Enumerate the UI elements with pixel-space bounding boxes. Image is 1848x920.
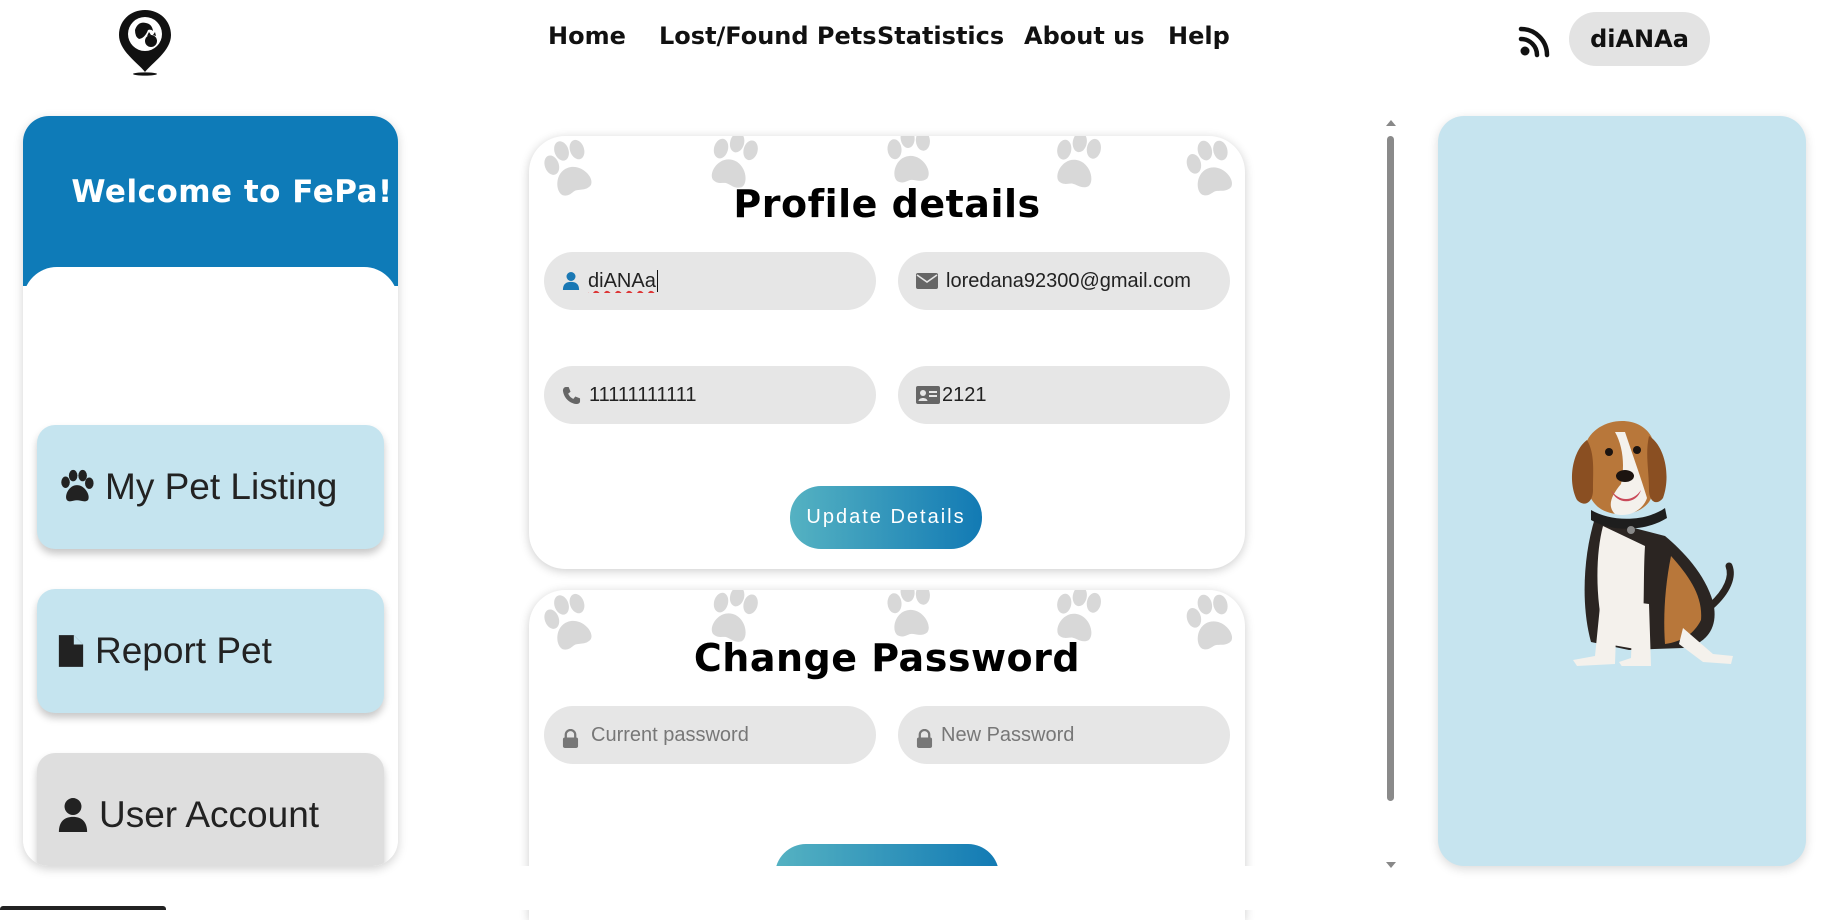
sidebar-item-label: User Account	[99, 794, 320, 835]
profile-details-card: Profile details diANAa loredana92300@gma…	[529, 136, 1245, 569]
current-password-input[interactable]: Current password	[591, 724, 841, 747]
profile-details-title: Profile details	[733, 182, 1041, 226]
phone-icon	[562, 386, 581, 405]
email-input[interactable]: loredana92300@gmail.com	[946, 270, 1196, 293]
phone-field[interactable]: 11111111111	[544, 366, 876, 424]
username-input[interactable]: diANAa	[588, 270, 838, 293]
lock-icon	[562, 728, 579, 748]
sidebar-item-my-pet-listing[interactable]: My Pet Listing	[37, 425, 384, 549]
beagle-dog-image	[1572, 421, 1734, 666]
new-password-field[interactable]: New Password	[898, 706, 1230, 764]
envelope-icon	[916, 273, 938, 289]
nav-about-us[interactable]: About us	[1024, 22, 1145, 50]
user-icon	[57, 797, 89, 833]
username-field[interactable]: diANAa	[544, 252, 876, 310]
sidebar-header: Welcome to FePa!	[23, 116, 398, 286]
content-scrollbar[interactable]	[1384, 120, 1398, 868]
nav-lost-found-pets[interactable]: Lost/Found Pets	[659, 22, 877, 50]
welcome-title: Welcome to FePa!	[71, 174, 393, 210]
document-icon	[57, 632, 85, 670]
sidebar-item-user-account[interactable]: User Account	[37, 753, 384, 866]
taskbar-edge	[0, 906, 166, 910]
scroll-down-arrow-icon[interactable]	[1386, 862, 1396, 868]
current-password-field[interactable]: Current password	[544, 706, 876, 764]
paw-icon	[57, 468, 95, 506]
sidebar: Welcome to FePa! My Pet Listing Report P…	[23, 116, 398, 866]
id-input[interactable]: 2121	[942, 384, 1192, 407]
id-card-icon	[916, 386, 940, 404]
scroll-thumb[interactable]	[1387, 136, 1394, 801]
update-details-button[interactable]: Update Details	[790, 486, 982, 549]
id-field[interactable]: 2121	[898, 366, 1230, 424]
sidebar-item-report-pet[interactable]: Report Pet	[37, 589, 384, 713]
user-icon	[562, 271, 580, 291]
user-menu-button[interactable]: diANAa	[1569, 12, 1710, 66]
phone-input[interactable]: 11111111111	[589, 384, 839, 407]
change-password-title: Change Password	[693, 636, 1081, 680]
content-clip-mask	[500, 866, 1280, 910]
email-field[interactable]: loredana92300@gmail.com	[898, 252, 1230, 310]
sidebar-item-label: My Pet Listing	[105, 466, 338, 507]
nav-home[interactable]: Home	[548, 22, 626, 50]
nav-help[interactable]: Help	[1168, 22, 1230, 50]
nav-statistics[interactable]: Statistics	[877, 22, 1004, 50]
rss-feed-icon[interactable]	[1518, 24, 1552, 58]
new-password-input[interactable]: New Password	[941, 724, 1191, 747]
lock-icon	[916, 728, 933, 748]
scroll-up-arrow-icon[interactable]	[1386, 120, 1396, 126]
sidebar-item-label: Report Pet	[95, 630, 272, 671]
sidebar-menu: My Pet Listing Report Pet User Account	[23, 267, 398, 866]
right-decor-panel	[1438, 116, 1806, 866]
